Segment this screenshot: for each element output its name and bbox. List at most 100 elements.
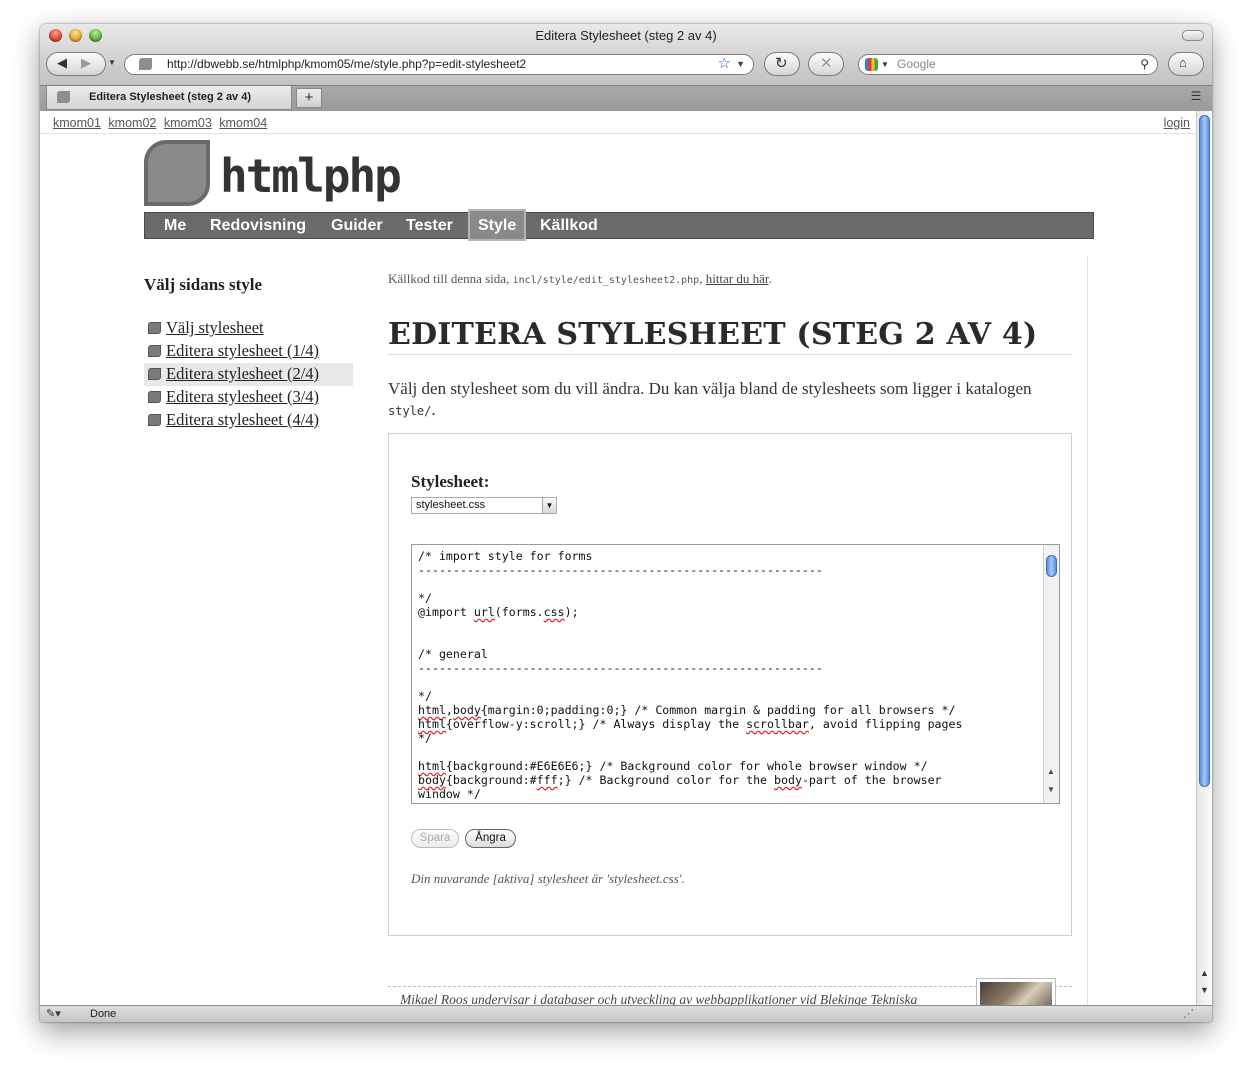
sidebar-item-edit-2[interactable]: Editera stylesheet (2/4)	[144, 363, 353, 386]
window-title: Editera Stylesheet (steg 2 av 4)	[535, 28, 717, 43]
save-button[interactable]: Spara	[411, 829, 459, 848]
code-content[interactable]: /* import style for forms ---------------…	[412, 545, 1036, 801]
select-arrow-icon[interactable]: ▼	[542, 498, 556, 513]
back-icon[interactable]: ◀	[57, 55, 67, 71]
code-line[interactable]: body{background:#fff;} /* Background col…	[418, 773, 1036, 787]
back-forward-buttons[interactable]: ◀ ▶	[46, 52, 106, 76]
url-text[interactable]: http://dbwebb.se/htmlphp/kmom05/me/style…	[167, 57, 526, 71]
google-icon[interactable]	[865, 58, 878, 71]
resize-grip-icon[interactable]: ⋰	[1183, 1006, 1194, 1022]
stop-button[interactable]: ✕	[808, 52, 844, 76]
page-scroll-down-icon[interactable]: ▼	[1200, 985, 1209, 995]
status-tool-icon[interactable]: ✎▾	[46, 1006, 61, 1022]
link-kmom04[interactable]: kmom04	[219, 116, 267, 130]
code-line[interactable]: ​	[418, 675, 1036, 689]
magnifier-icon[interactable]: ⚲	[1140, 55, 1149, 74]
bullet-icon	[148, 414, 161, 426]
code-line[interactable]: ----------------------------------------…	[418, 563, 1036, 577]
browser-window: Editera Stylesheet (steg 2 av 4) ◀ ▶ ▼ h…	[40, 24, 1212, 1022]
page-scroll-thumb[interactable]	[1199, 115, 1210, 787]
sidebar-item-valj-stylesheet[interactable]: Välj stylesheet	[144, 317, 353, 340]
nav-redovisning[interactable]: Redovisning	[210, 213, 306, 239]
page-scroll-up-icon[interactable]: ▲	[1200, 968, 1209, 978]
search-engine-dropdown-icon[interactable]: ▼	[881, 55, 889, 74]
editor-scroll-thumb[interactable]	[1046, 555, 1057, 577]
main-navbar: Me Redovisning Guider Tester Style Källk…	[144, 209, 1094, 241]
code-line[interactable]: html{overflow-y:scroll;} /* Always displ…	[418, 717, 1036, 731]
intro-sentence: Välj den stylesheet som du vill ändra. D…	[388, 379, 1032, 398]
stylesheet-label: Stylesheet:	[411, 472, 490, 491]
source-note: Källkod till denna sida, incl/style/edit…	[388, 271, 772, 287]
code-line[interactable]: ​	[418, 577, 1036, 591]
nav-guider[interactable]: Guider	[331, 213, 383, 239]
url-dropdown-icon[interactable]: ▼	[736, 55, 745, 74]
code-line[interactable]: html,body{margin:0;padding:0;} /* Common…	[418, 703, 1036, 717]
editor-scroll-up-icon[interactable]: ▲	[1047, 767, 1055, 776]
link-kmom02[interactable]: kmom02	[108, 116, 156, 130]
tab-list-icon[interactable]: ☰	[1184, 89, 1208, 108]
footer-divider	[388, 986, 1072, 987]
search-input[interactable]: Google	[897, 57, 936, 71]
code-line[interactable]: */	[418, 591, 1036, 605]
link-kmom03[interactable]: kmom03	[164, 116, 212, 130]
sidebar-title: Välj sidans style	[144, 275, 263, 294]
editor-scroll-down-icon[interactable]: ▼	[1047, 785, 1055, 794]
selected-stylesheet[interactable]: stylesheet.css	[416, 499, 485, 511]
login-link[interactable]: login	[1164, 116, 1190, 130]
stylesheet-editor[interactable]: /* import style for forms ---------------…	[411, 544, 1060, 804]
code-line[interactable]: */	[418, 689, 1036, 703]
tab-favicon-icon	[57, 91, 70, 103]
sidebar-item-edit-4[interactable]: Editera stylesheet (4/4)	[144, 409, 353, 432]
source-note-prefix: Källkod till denna sida,	[388, 271, 513, 286]
page-scrollbar[interactable]: ▲ ▼	[1196, 111, 1212, 1005]
stylesheet-select[interactable]: stylesheet.css ▼	[411, 497, 557, 514]
nav-style[interactable]: Style	[468, 209, 527, 241]
tab-bar: Editera Stylesheet (steg 2 av 4) + ☰	[40, 85, 1212, 111]
code-line[interactable]: @import url(forms.css);	[418, 605, 1036, 619]
search-bar[interactable]: ▼ Google ⚲	[858, 54, 1158, 75]
address-bar[interactable]: http://dbwebb.se/htmlphp/kmom05/me/style…	[124, 54, 754, 75]
code-line[interactable]: html{background:#E6E6E6;} /* Background …	[418, 759, 1036, 773]
tab-active[interactable]: Editera Stylesheet (steg 2 av 4)	[46, 86, 292, 110]
new-tab-button[interactable]: +	[296, 88, 322, 108]
reload-icon: ↻	[775, 55, 788, 72]
source-file: incl/style/edit_stylesheet2.php	[512, 275, 700, 286]
site-logo-icon[interactable]	[144, 140, 210, 206]
footer-text: Mikael Roos undervisar i databaser och u…	[400, 992, 918, 1005]
site-title[interactable]: htmlphp	[220, 149, 402, 203]
status-bar: ✎▾ Done ⋰	[40, 1005, 1212, 1022]
intro-end: .	[431, 400, 436, 419]
code-line[interactable]: ​	[418, 619, 1036, 633]
code-line[interactable]: ----------------------------------------…	[418, 661, 1036, 675]
nav-kallkod[interactable]: Källkod	[540, 213, 598, 239]
code-line[interactable]: /* import style for forms	[418, 549, 1036, 563]
bookmark-star-icon[interactable]: ☆	[718, 54, 731, 73]
sidebar-item-label[interactable]: Välj stylesheet	[166, 318, 264, 337]
code-line[interactable]: /* general	[418, 647, 1036, 661]
nav-me[interactable]: Me	[164, 213, 186, 239]
home-button[interactable]: ⌂	[1168, 52, 1204, 76]
sidebar-item-label[interactable]: Editera stylesheet (2/4)	[166, 364, 319, 383]
link-kmom01[interactable]: kmom01	[53, 116, 101, 130]
sidebar-item-edit-3[interactable]: Editera stylesheet (3/4)	[144, 386, 353, 409]
history-dropdown-icon[interactable]: ▼	[108, 58, 116, 67]
site-favicon-icon	[139, 58, 152, 70]
nav-tester[interactable]: Tester	[406, 213, 453, 239]
editor-scrollbar[interactable]: ▲ ▼	[1043, 545, 1059, 803]
sidebar-item-label[interactable]: Editera stylesheet (1/4)	[166, 341, 319, 360]
sidebar-item-edit-1[interactable]: Editera stylesheet (1/4)	[144, 340, 353, 363]
source-link[interactable]: hittar du här	[706, 271, 769, 286]
code-line[interactable]: ​	[418, 633, 1036, 647]
undo-button[interactable]: Ångra	[465, 829, 516, 848]
code-line[interactable]: ​	[418, 745, 1036, 759]
sidebar-item-label[interactable]: Editera stylesheet (4/4)	[166, 410, 319, 429]
page-viewport: kmom01 kmom02 kmom03 kmom04 login htmlph…	[40, 111, 1196, 1005]
reload-button[interactable]: ↻	[764, 52, 800, 76]
code-line[interactable]: */	[418, 731, 1036, 745]
tab-label[interactable]: Editera Stylesheet (steg 2 av 4)	[89, 91, 251, 103]
toolbar-toggle-button[interactable]	[1182, 30, 1204, 41]
forward-icon[interactable]: ▶	[81, 55, 91, 71]
code-line[interactable]: window */	[418, 787, 1036, 801]
sidebar-item-label[interactable]: Editera stylesheet (3/4)	[166, 387, 319, 406]
bullet-icon	[148, 391, 161, 403]
